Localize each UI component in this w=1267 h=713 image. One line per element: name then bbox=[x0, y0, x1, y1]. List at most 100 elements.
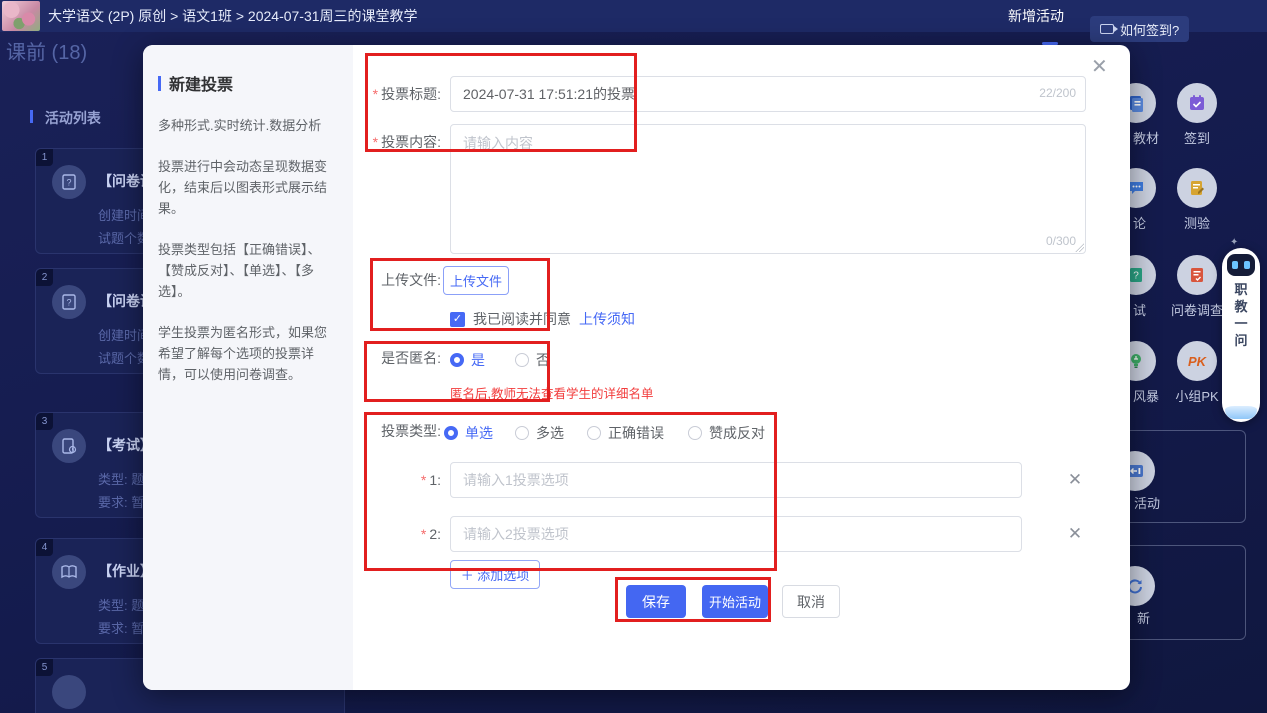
content-char-counter: 0/300 bbox=[1046, 234, 1076, 248]
card-line2: 要求: 暂 bbox=[98, 492, 144, 511]
title-char-counter: 22/200 bbox=[1039, 86, 1076, 100]
assistant-label: 职 教 一 问 bbox=[1222, 281, 1260, 349]
svg-text:?: ? bbox=[1133, 271, 1139, 282]
radio-icon bbox=[515, 353, 529, 367]
vote-type-agree-radio[interactable]: 赞成反对 bbox=[688, 423, 765, 443]
robot-icon bbox=[1227, 254, 1255, 276]
upload-file-button[interactable]: 上传文件 bbox=[443, 266, 509, 295]
dialog-info-panel: 新建投票 多种形式.实时统计.数据分析 投票进行中会动态呈现数据变化，结束后以图… bbox=[143, 45, 353, 690]
title-accent-bar bbox=[30, 110, 33, 123]
radio-selected-icon bbox=[450, 353, 464, 367]
anonymous-label: 是否匿名: bbox=[353, 350, 441, 366]
remove-option-1-icon[interactable]: ✕ bbox=[1065, 470, 1085, 490]
test-label: 试 bbox=[1133, 300, 1146, 319]
option-1-input[interactable] bbox=[450, 462, 1022, 498]
brainstorm-label: 风暴 bbox=[1133, 386, 1159, 405]
option-2-field-wrap bbox=[450, 516, 1022, 552]
vote-type-multi-radio[interactable]: 多选 bbox=[515, 423, 564, 443]
option-1-field-wrap bbox=[450, 462, 1022, 498]
discussion-label: 论 bbox=[1133, 213, 1146, 232]
new-vote-dialog: 新建投票 多种形式.实时统计.数据分析 投票进行中会动态呈现数据变化，结束后以图… bbox=[143, 45, 1130, 690]
card-line1: 类型: 题 bbox=[98, 469, 144, 488]
how-to-sign-label: 如何签到? bbox=[1120, 20, 1179, 39]
vote-content-field-wrap: 0/300 bbox=[450, 124, 1086, 254]
vote-type-truefalse-radio[interactable]: 正确错误 bbox=[587, 423, 664, 443]
cancel-button[interactable]: 取消 bbox=[782, 585, 840, 618]
vote-title-label: *投票标题: bbox=[353, 76, 441, 112]
sign-in-label: 签到 bbox=[1157, 128, 1237, 147]
svg-text:?: ? bbox=[66, 298, 71, 308]
radio-selected-icon bbox=[444, 426, 458, 440]
assistant-wave-decoration bbox=[1225, 406, 1257, 419]
textbook-label: 教材 bbox=[1133, 128, 1159, 147]
camera-icon bbox=[1100, 24, 1114, 34]
refresh-label: 新 bbox=[1137, 608, 1150, 627]
vote-title-field-wrap: 22/200 bbox=[450, 76, 1086, 112]
agree-checkbox[interactable]: ✓ bbox=[450, 312, 465, 327]
card-index-badge: 2 bbox=[36, 269, 53, 286]
vote-title-input[interactable] bbox=[450, 76, 1086, 112]
card-line2: 要求: 暂 bbox=[98, 618, 144, 637]
add-activity-tab[interactable]: 新增活动 bbox=[1008, 0, 1064, 32]
svg-text:?: ? bbox=[66, 178, 71, 188]
sign-in-tool-icon[interactable] bbox=[1177, 83, 1217, 123]
dialog-desc-1: 多种形式.实时统计.数据分析 bbox=[158, 115, 336, 136]
card-index-badge: 5 bbox=[36, 659, 53, 676]
resize-handle[interactable] bbox=[1075, 243, 1084, 252]
quiz-label: 测验 bbox=[1157, 213, 1237, 232]
dialog-desc-3: 投票类型包括【正确错误】、【赞成反对】、【单选】、【多选】。 bbox=[158, 239, 336, 302]
group-pk-tool-icon[interactable]: PK bbox=[1177, 341, 1217, 381]
anonymous-no-radio[interactable]: 否 bbox=[515, 350, 550, 370]
upload-file-label: 上传文件: bbox=[353, 266, 441, 295]
pk-icon: PK bbox=[1188, 354, 1206, 369]
agree-text: 我已阅读并同意 bbox=[473, 309, 571, 329]
card-index-badge: 3 bbox=[36, 413, 53, 430]
vote-form: ✕ *投票标题: 22/200 *投票内容: 0/300 上传文件: 上传文件 … bbox=[353, 45, 1130, 690]
survey-doc-icon: ? bbox=[52, 285, 86, 319]
survey-doc-icon: ? bbox=[52, 165, 86, 199]
close-icon[interactable]: ✕ bbox=[1091, 57, 1108, 77]
anonymous-yes-radio[interactable]: 是 bbox=[450, 350, 485, 370]
radio-icon bbox=[587, 426, 601, 440]
activity-icon bbox=[52, 675, 86, 709]
card-index-badge: 4 bbox=[36, 539, 53, 556]
radio-icon bbox=[515, 426, 529, 440]
breadcrumb: 大学语文 (2P) 原创 > 语文1班 > 2024-07-31周三的课堂教学 bbox=[48, 0, 418, 32]
dialog-title: 新建投票 bbox=[158, 71, 336, 95]
exam-icon bbox=[52, 429, 86, 463]
dialog-desc-2: 投票进行中会动态呈现数据变化，结束后以图表形式展示结果。 bbox=[158, 156, 336, 219]
dialog-desc-4: 学生投票为匿名形式，如果您希望了解每个选项的投票详情，可以使用问卷调查。 bbox=[158, 322, 336, 385]
remove-option-2-icon[interactable]: ✕ bbox=[1065, 524, 1085, 544]
card-line1: 类型: 题 bbox=[98, 595, 144, 614]
import-activity-label: 活动 bbox=[1134, 493, 1160, 512]
upload-notice-link[interactable]: 上传须知 bbox=[579, 309, 635, 329]
top-header: 大学语文 (2P) 原创 > 语文1班 > 2024-07-31周三的课堂教学 … bbox=[0, 0, 1267, 32]
assistant-widget[interactable]: ✦ 职 教 一 问 bbox=[1222, 248, 1260, 422]
stage-label: 课前 (18) bbox=[6, 36, 87, 65]
sparkle-icon: ✦ bbox=[1230, 237, 1238, 248]
agree-row: ✓ 我已阅读并同意 上传须知 bbox=[450, 311, 635, 327]
radio-icon bbox=[688, 426, 702, 440]
vote-type-label: 投票类型: bbox=[353, 423, 441, 439]
quiz-tool-icon[interactable] bbox=[1177, 168, 1217, 208]
vote-type-single-radio[interactable]: 单选 bbox=[444, 423, 493, 443]
how-to-sign-button[interactable]: 如何签到? bbox=[1090, 16, 1189, 42]
book-icon bbox=[52, 555, 86, 589]
course-cover-avatar bbox=[2, 1, 40, 31]
option-2-input[interactable] bbox=[450, 516, 1022, 552]
title-accent-bar bbox=[158, 76, 161, 91]
start-activity-button[interactable]: 开始活动 bbox=[702, 585, 768, 618]
robot-eye bbox=[1232, 261, 1238, 269]
add-option-button[interactable]: ＋ 添加选项 bbox=[450, 560, 540, 589]
screen: 大学语文 (2P) 原创 > 语文1班 > 2024-07-31周三的课堂教学 … bbox=[0, 0, 1267, 713]
questionnaire-tool-icon[interactable] bbox=[1177, 255, 1217, 295]
option-2-label: *2: bbox=[353, 516, 441, 552]
robot-eye bbox=[1244, 261, 1250, 269]
activity-list-title: 活动列表 bbox=[30, 108, 101, 128]
vote-content-label: *投票内容: bbox=[353, 132, 441, 152]
anonymous-warning: 匿名后,教师无法查看学生的详细名单 bbox=[450, 383, 653, 402]
save-button[interactable]: 保存 bbox=[626, 585, 686, 618]
option-1-label: *1: bbox=[353, 462, 441, 498]
card-index-badge: 1 bbox=[36, 149, 53, 166]
vote-content-textarea[interactable] bbox=[450, 124, 1086, 254]
